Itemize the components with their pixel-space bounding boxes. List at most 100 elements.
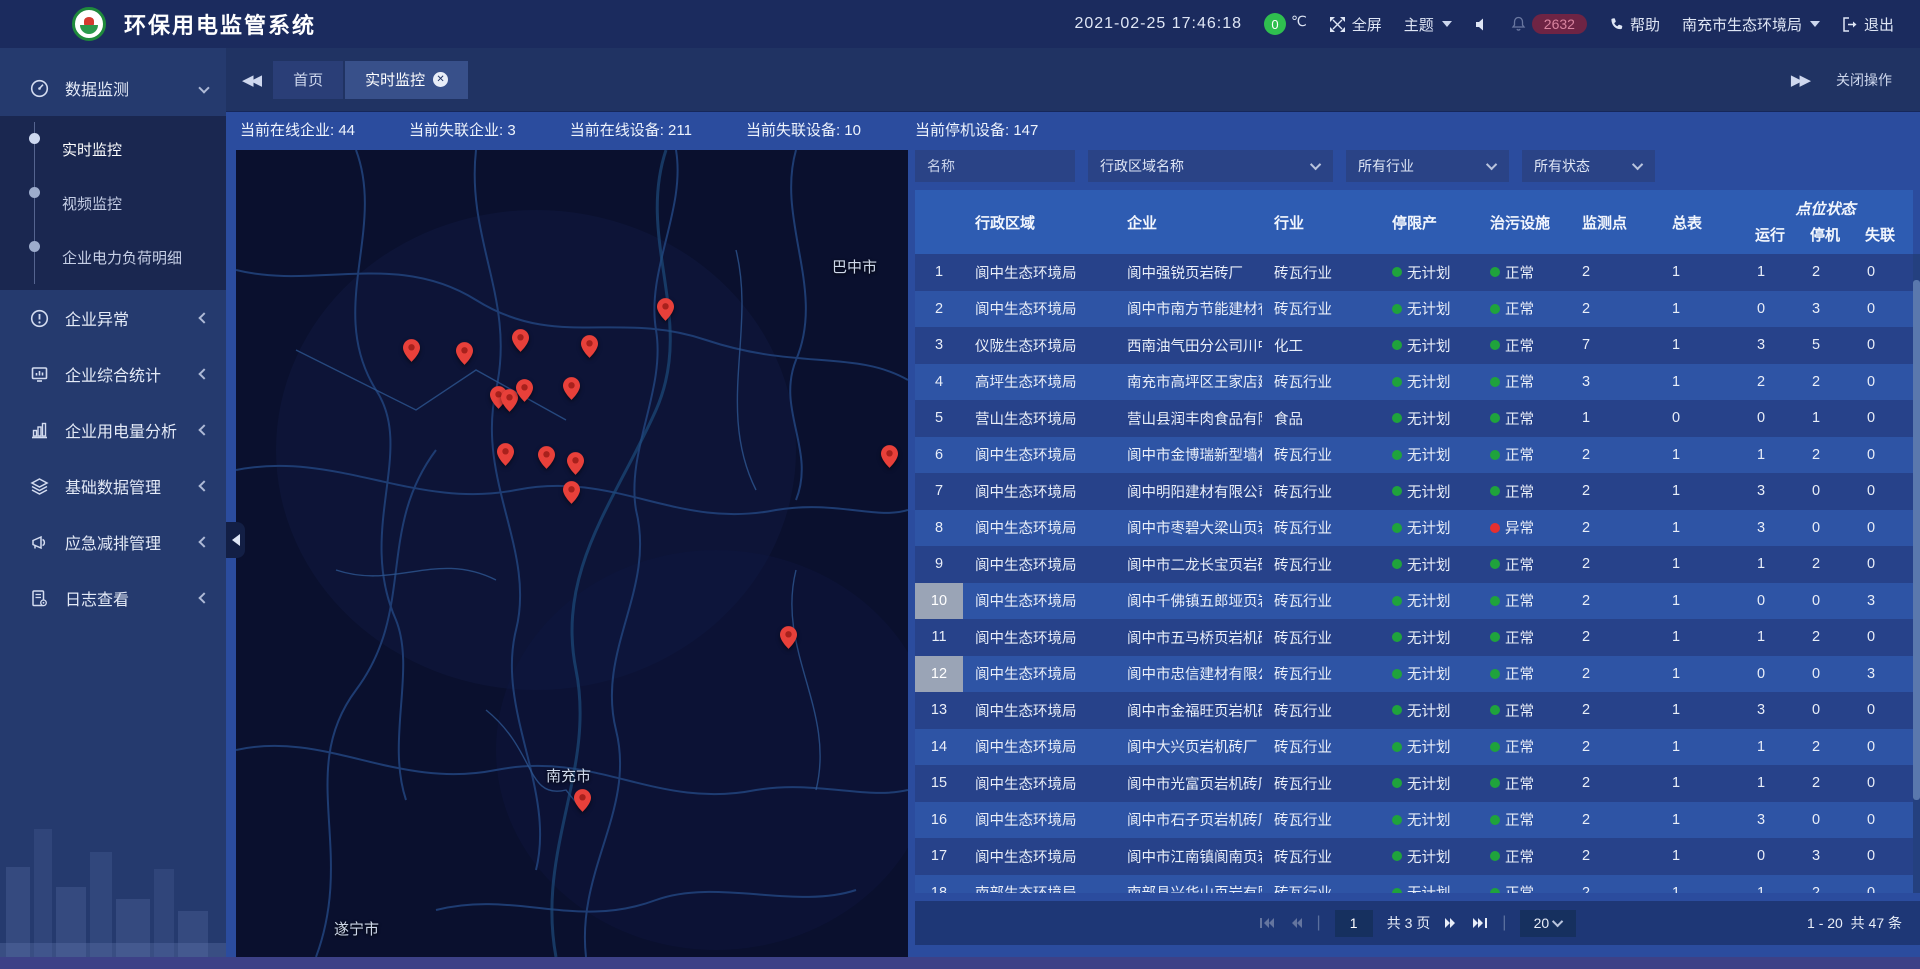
- cell-meters: 1: [1660, 327, 1745, 364]
- sidebar-item-6[interactable]: 日志查看: [0, 570, 226, 626]
- stat-item: 当前在线企业: 44: [240, 119, 355, 140]
- cell-industry: 砖瓦行业: [1262, 838, 1380, 875]
- next-page-button[interactable]: [1444, 917, 1458, 929]
- sidebar-item-2[interactable]: 企业综合统计: [0, 346, 226, 402]
- scrollbar-thumb[interactable]: [1913, 280, 1920, 800]
- prev-page-button[interactable]: [1289, 917, 1303, 929]
- col-run: 运行: [1745, 220, 1800, 254]
- logout-button[interactable]: 退出: [1842, 14, 1894, 35]
- cell-company: 阆中市二龙长宝页岩砖: [1115, 546, 1262, 583]
- cell-stop: 1: [1800, 400, 1855, 437]
- map-pin[interactable]: [567, 452, 584, 475]
- cell-industry: 砖瓦行业: [1262, 473, 1380, 510]
- stat-item: 当前在线设备: 211: [570, 119, 692, 140]
- map-pin[interactable]: [516, 379, 533, 402]
- last-page-button[interactable]: [1472, 917, 1488, 929]
- table-row[interactable]: 8阆中生态环境局阆中市枣碧大梁山页岩砖瓦行业无计划异常21300: [915, 510, 1913, 547]
- notifications[interactable]: 2632: [1511, 14, 1587, 34]
- map-pin[interactable]: [881, 445, 898, 468]
- cell-limit-status: 无计划: [1380, 254, 1478, 291]
- cell-run: 1: [1745, 729, 1800, 766]
- cell-points: 2: [1570, 619, 1660, 656]
- table-row[interactable]: 12阆中生态环境局阆中市忠信建材有限公砖瓦行业无计划正常21003: [915, 656, 1913, 693]
- map-pin[interactable]: [538, 446, 555, 469]
- table-scrollbar[interactable]: [1913, 254, 1920, 893]
- map-pin[interactable]: [657, 298, 674, 321]
- mute-button[interactable]: [1474, 17, 1489, 32]
- table-row[interactable]: 16阆中生态环境局阆中市石子页岩机砖厂砖瓦行业无计划正常21300: [915, 802, 1913, 839]
- status-dot: [1392, 669, 1402, 679]
- table-row[interactable]: 18南部生态环境局南部县兴华山页岩有限公砖瓦行业无计划正常21120: [915, 875, 1913, 894]
- table-row[interactable]: 5营山生态环境局营山县润丰肉食品有限食品无计划正常10010: [915, 400, 1913, 437]
- table-row[interactable]: 11阆中生态环境局阆中市五马桥页岩机砖砖瓦行业无计划正常21120: [915, 619, 1913, 656]
- page-size-select[interactable]: 20: [1520, 910, 1576, 937]
- cell-index: 2: [915, 291, 963, 328]
- table-row[interactable]: 10阆中生态环境局阆中千佛镇五郎垭页岩砖瓦行业无计划正常21003: [915, 583, 1913, 620]
- sidebar-item-label: 企业异常: [65, 306, 129, 330]
- name-search-input[interactable]: [915, 150, 1075, 182]
- tabs-scroll-left-button[interactable]: ◀◀: [242, 71, 259, 89]
- panel-collapse-handle[interactable]: [226, 522, 245, 558]
- cell-limit-status: 无计划: [1380, 400, 1478, 437]
- sidebar-item-1[interactable]: 企业异常: [0, 290, 226, 346]
- table-row[interactable]: 3仪陇生态环境局西南油气田分公司川中化工无计划正常71350: [915, 327, 1913, 364]
- cell-facility-status: 正常: [1478, 656, 1570, 693]
- cityscape-decoration: [0, 807, 226, 957]
- close-operations-button[interactable]: 关闭操作: [1836, 70, 1892, 90]
- close-icon[interactable]: ✕: [433, 72, 448, 87]
- chevron-left-icon: [198, 480, 209, 491]
- sidebar-item-3[interactable]: 企业用电量分析: [0, 402, 226, 458]
- fullscreen-button[interactable]: 全屏: [1329, 14, 1382, 35]
- map-pin[interactable]: [403, 339, 420, 362]
- map-pin[interactable]: [497, 443, 514, 466]
- cell-index: 18: [915, 875, 963, 894]
- tab-实时监控[interactable]: 实时监控✕: [345, 61, 468, 99]
- sidebar-item-4[interactable]: 基础数据管理: [0, 458, 226, 514]
- map-pin[interactable]: [581, 335, 598, 358]
- table-row[interactable]: 2阆中生态环境局阆中市南方节能建材有砖瓦行业无计划正常21030: [915, 291, 1913, 328]
- theme-menu[interactable]: 主题: [1404, 14, 1452, 35]
- map-pin[interactable]: [456, 342, 473, 365]
- tabs-scroll-right-button[interactable]: ▶▶: [1791, 71, 1808, 89]
- map-pin[interactable]: [563, 377, 580, 400]
- sidebar-item-label: 企业综合统计: [65, 362, 161, 386]
- cell-company: 阆中市五马桥页岩机砖: [1115, 619, 1262, 656]
- col-industry: 行业: [1262, 190, 1380, 254]
- status-select[interactable]: 所有状态: [1522, 150, 1655, 182]
- cell-limit-status: 无计划: [1380, 291, 1478, 328]
- layers-icon: [30, 477, 49, 496]
- map-pin[interactable]: [780, 626, 797, 649]
- tab-首页[interactable]: 首页: [273, 61, 343, 99]
- sidebar-subitem[interactable]: 视频监控: [0, 176, 226, 230]
- cell-region: 阆中生态环境局: [963, 291, 1115, 328]
- table-row[interactable]: 17阆中生态环境局阆中市江南镇阆南页岩砖瓦行业无计划正常21030: [915, 838, 1913, 875]
- map-pin[interactable]: [563, 481, 580, 504]
- sidebar-subitem[interactable]: 企业电力负荷明细: [0, 230, 226, 284]
- map-panel[interactable]: 巴中市南充市遂宁市: [236, 150, 908, 957]
- table-row[interactable]: 9阆中生态环境局阆中市二龙长宝页岩砖砖瓦行业无计划正常21120: [915, 546, 1913, 583]
- industry-select[interactable]: 所有行业: [1346, 150, 1509, 182]
- cell-facility-status: 正常: [1478, 583, 1570, 620]
- map-pin[interactable]: [574, 789, 591, 812]
- sidebar-item-5[interactable]: 应急减排管理: [0, 514, 226, 570]
- table-row[interactable]: 6阆中生态环境局阆中市金博瑞新型墙材砖瓦行业无计划正常21120: [915, 437, 1913, 474]
- sidebar-subitem[interactable]: 实时监控: [0, 122, 226, 176]
- cell-company: 阆中千佛镇五郎垭页岩: [1115, 583, 1262, 620]
- cell-company: 阆中强锐页岩砖厂: [1115, 254, 1262, 291]
- cell-industry: 砖瓦行业: [1262, 802, 1380, 839]
- table-row[interactable]: 1阆中生态环境局阆中强锐页岩砖厂砖瓦行业无计划正常21120: [915, 254, 1913, 291]
- org-menu[interactable]: 南充市生态环境局: [1682, 14, 1820, 35]
- table-row[interactable]: 14阆中生态环境局阆中大兴页岩机砖厂砖瓦行业无计划正常21120: [915, 729, 1913, 766]
- cell-meters: 1: [1660, 802, 1745, 839]
- sidebar-item-0[interactable]: 数据监测: [0, 60, 226, 116]
- cell-stop: 3: [1800, 838, 1855, 875]
- table-row[interactable]: 15阆中生态环境局阆中市光富页岩机砖厂砖瓦行业无计划正常21120: [915, 765, 1913, 802]
- help-button[interactable]: 帮助: [1609, 14, 1660, 35]
- page-number-input[interactable]: 1: [1335, 910, 1373, 937]
- table-row[interactable]: 13阆中生态环境局阆中市金福旺页岩机砖砖瓦行业无计划正常21300: [915, 692, 1913, 729]
- table-row[interactable]: 7阆中生态环境局阆中明阳建材有限公司砖瓦行业无计划正常21300: [915, 473, 1913, 510]
- region-select[interactable]: 行政区域名称: [1088, 150, 1333, 182]
- table-row[interactable]: 4高坪生态环境局南充市高坪区王家店建砖瓦行业无计划正常31220: [915, 364, 1913, 401]
- map-pin[interactable]: [512, 329, 529, 352]
- first-page-button[interactable]: [1259, 917, 1275, 929]
